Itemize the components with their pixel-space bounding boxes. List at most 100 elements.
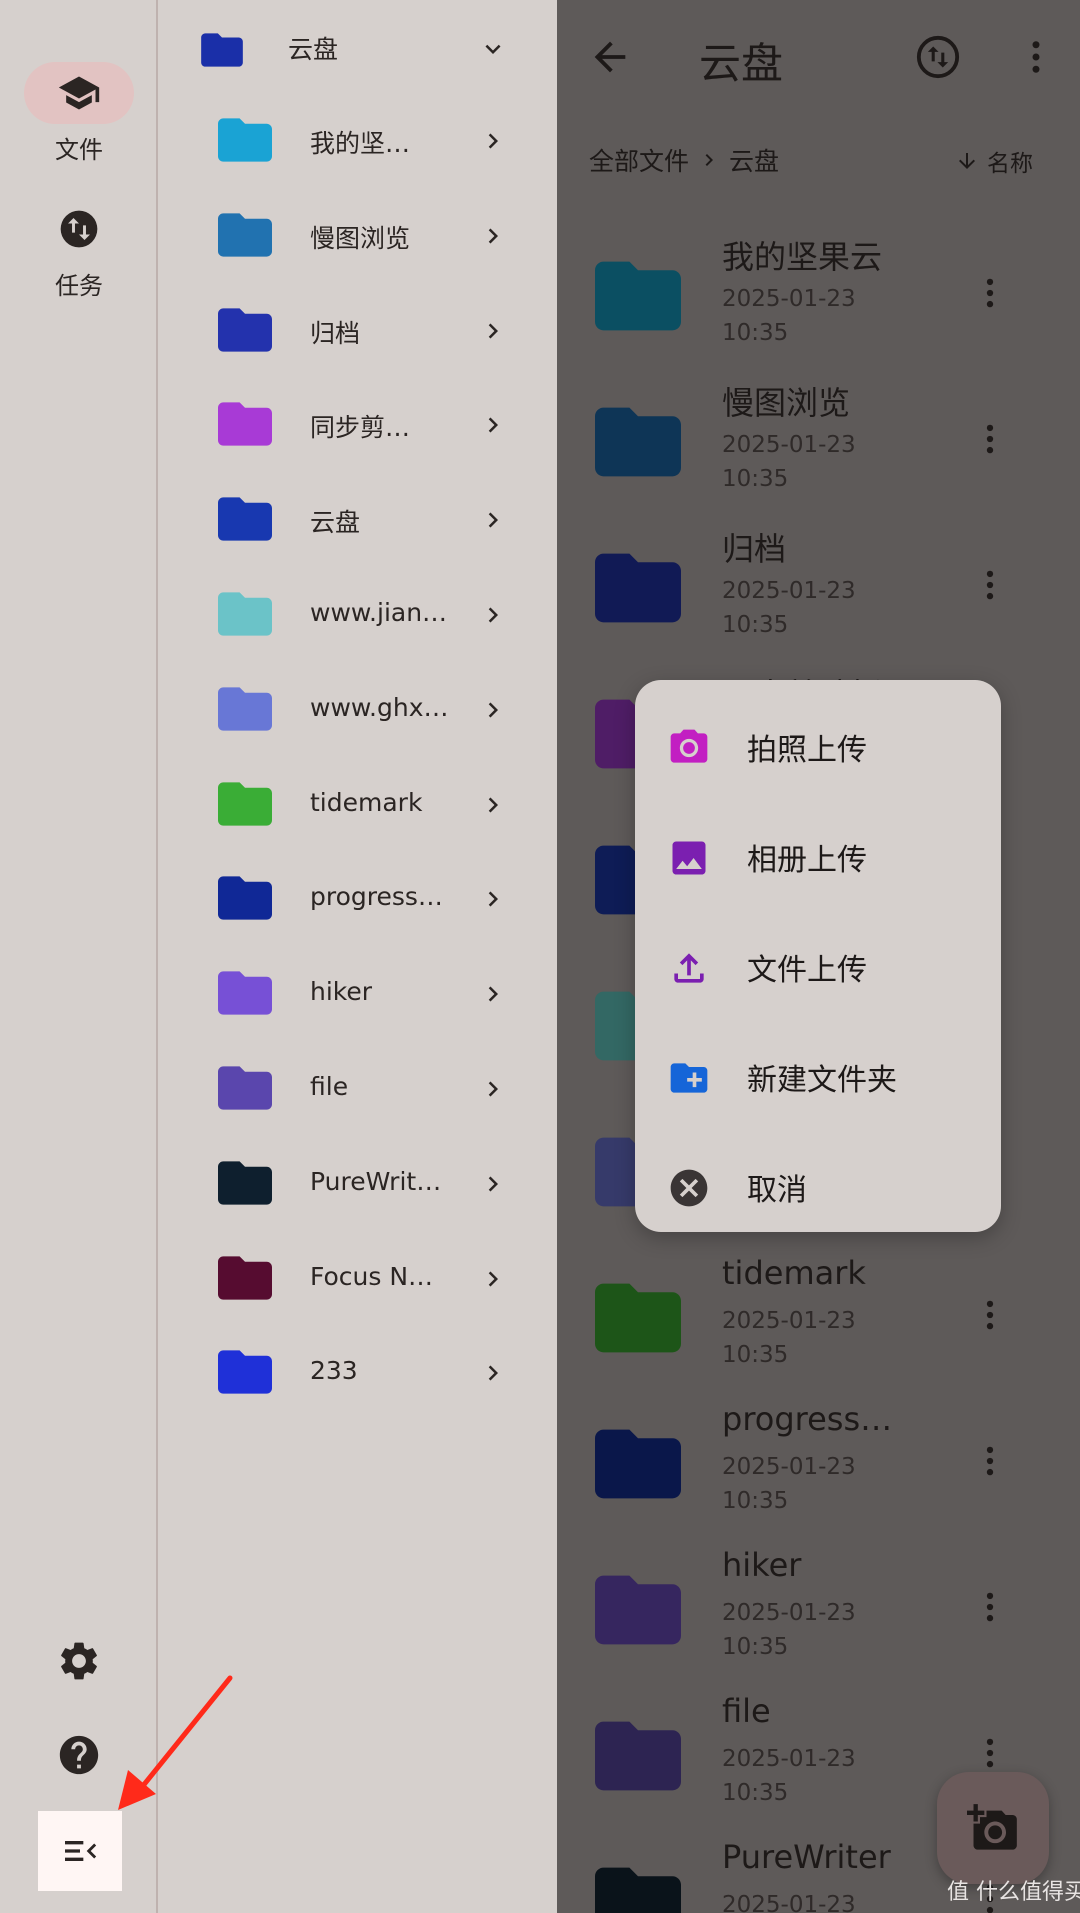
- more-vert-icon[interactable]: [971, 1588, 1009, 1626]
- tree-item[interactable]: 慢图浏览: [160, 189, 557, 284]
- menu-collapse-button[interactable]: [38, 1811, 122, 1891]
- tree-item[interactable]: Focus N…: [160, 1232, 557, 1327]
- chevron-right-icon[interactable]: [478, 221, 508, 251]
- folder-icon: [218, 1255, 272, 1300]
- more-vert-icon[interactable]: [971, 1734, 1009, 1772]
- watermark: 值 什么值得买: [947, 1874, 1080, 1906]
- chevron-right-icon[interactable]: [478, 505, 508, 535]
- menu-item-photo-upload[interactable]: 拍照上传: [635, 692, 1001, 802]
- chevron-right-icon[interactable]: [478, 979, 508, 1009]
- tree-item[interactable]: www.ghx…: [160, 663, 557, 758]
- tree-item[interactable]: tidemark: [160, 758, 557, 853]
- folder-icon: [218, 118, 272, 162]
- file-time: 10:35: [722, 320, 789, 346]
- gear-icon: [61, 1642, 97, 1680]
- arrow-down-icon: [959, 153, 975, 169]
- file-row[interactable]: progress_… 2025-01-23 10:35: [557, 1390, 1080, 1536]
- transfer-icon: [60, 210, 98, 248]
- tree-item-label: Focus N…: [310, 1261, 434, 1291]
- navigation-rail: 文件 任务: [0, 0, 158, 1913]
- more-vert-icon[interactable]: [971, 566, 1009, 604]
- rail-pill-files[interactable]: [24, 62, 134, 124]
- tree-item[interactable]: file: [160, 1042, 557, 1137]
- more-vert-icon[interactable]: [971, 274, 1009, 312]
- file-name: PureWriter: [722, 1838, 891, 1876]
- more-vert-icon[interactable]: [1015, 36, 1057, 78]
- breadcrumb-current[interactable]: 云盘: [729, 142, 779, 178]
- folder-icon: [218, 687, 272, 731]
- file-timestamp: 2025-01-2310:35: [722, 1888, 882, 1913]
- file-date: 2025-01-23: [722, 1600, 856, 1626]
- folder-icon: [595, 1721, 681, 1791]
- file-row[interactable]: hiker 2025-01-23 10:35: [557, 1536, 1080, 1682]
- more-vert-icon[interactable]: [971, 1442, 1009, 1480]
- file-row[interactable]: 我的坚果云 2025-01-23 10:35: [557, 222, 1080, 368]
- folder-icon: [218, 781, 272, 826]
- tree-item[interactable]: 233: [160, 1326, 557, 1421]
- file-timestamp: 2025-01-2310:35: [722, 1596, 882, 1664]
- chevron-right-icon[interactable]: [478, 1169, 508, 1199]
- menu-item-file-upload[interactable]: 文件上传: [635, 912, 1001, 1022]
- sort-label: 名称: [987, 151, 1033, 177]
- tree-item-label: 慢图浏览: [310, 223, 411, 253]
- file-timestamp: 2025-01-2310:35: [722, 1304, 882, 1372]
- tree-item[interactable]: 云盘: [160, 473, 557, 568]
- folder-icon: [201, 33, 243, 67]
- camera-icon: [670, 729, 708, 763]
- chevron-down-icon[interactable]: [478, 34, 508, 64]
- chevron-right-icon[interactable]: [478, 790, 508, 820]
- chevron-right-icon[interactable]: [478, 1264, 508, 1294]
- new-folder-icon: [670, 1063, 708, 1093]
- more-vert-icon[interactable]: [971, 1296, 1009, 1334]
- chevron-right-icon[interactable]: [478, 316, 508, 346]
- back-arrow-icon[interactable]: [587, 34, 633, 80]
- breadcrumb-root[interactable]: 全部文件: [589, 142, 689, 178]
- chevron-right-icon[interactable]: [478, 410, 508, 440]
- tree-item-label: PureWrit…: [310, 1166, 442, 1196]
- tree-item-label: www.jian…: [310, 598, 448, 627]
- file-row[interactable]: 慢图浏览 2025-01-23 10:35: [557, 368, 1080, 514]
- folder-icon: [595, 261, 681, 331]
- menu-item-label: 新建文件夹: [747, 1063, 897, 1098]
- tree-item-label: file: [310, 1072, 349, 1101]
- folder-icon: [218, 1161, 272, 1205]
- tree-item[interactable]: 我的坚…: [160, 94, 557, 189]
- file-name: 我的坚果云: [722, 238, 883, 276]
- chevron-right-icon[interactable]: [478, 695, 508, 725]
- tree-item-label: 233: [310, 1356, 358, 1386]
- tree-root-item[interactable]: 云盘: [160, 16, 557, 80]
- chevron-right-icon[interactable]: [478, 600, 508, 630]
- chevron-right-icon[interactable]: [478, 884, 508, 914]
- tree-item[interactable]: PureWrit…: [160, 1137, 557, 1232]
- file-timestamp: 2025-01-2310:35: [722, 428, 882, 496]
- folder-tree-panel: 云盘 我的坚… 慢图浏览 归档 同步剪… 云盘 www.jian… www.ghx… tide…: [160, 0, 557, 1913]
- rail-item-tasks[interactable]: 任务: [0, 198, 158, 301]
- chevron-right-icon[interactable]: [478, 1358, 508, 1388]
- tree-item[interactable]: 归档: [160, 284, 557, 379]
- file-row[interactable]: tidemark 2025-01-23 10:35: [557, 1244, 1080, 1390]
- folder-icon: [218, 592, 272, 636]
- page-title: 云盘: [699, 39, 784, 88]
- chevron-right-icon[interactable]: [478, 126, 508, 156]
- folder-icon: [218, 402, 272, 446]
- rail-item-files[interactable]: 文件: [0, 62, 158, 165]
- menu-item-new-folder[interactable]: 新建文件夹: [635, 1022, 1001, 1132]
- tree-item[interactable]: www.jian…: [160, 568, 557, 663]
- tree-item[interactable]: progress…: [160, 852, 557, 947]
- file-time: 10:35: [722, 612, 789, 638]
- add-photo-fab[interactable]: [937, 1772, 1049, 1884]
- rail-pill-tasks[interactable]: [24, 198, 134, 260]
- sort-button[interactable]: 名称: [955, 144, 1033, 178]
- folder-icon: [595, 553, 681, 623]
- chevron-right-icon: [705, 154, 714, 166]
- menu-item-cancel[interactable]: 取消: [635, 1132, 1001, 1242]
- file-row[interactable]: 归档 2025-01-23 10:35: [557, 514, 1080, 660]
- tree-item[interactable]: hiker: [160, 947, 557, 1042]
- folder-icon: [595, 1429, 681, 1499]
- tree-item[interactable]: 同步剪…: [160, 378, 557, 473]
- transfer-icon[interactable]: [915, 34, 961, 80]
- tree-root-label: 云盘: [288, 35, 339, 64]
- more-vert-icon[interactable]: [971, 420, 1009, 458]
- chevron-right-icon[interactable]: [478, 1074, 508, 1104]
- menu-item-album-upload[interactable]: 相册上传: [635, 802, 1001, 912]
